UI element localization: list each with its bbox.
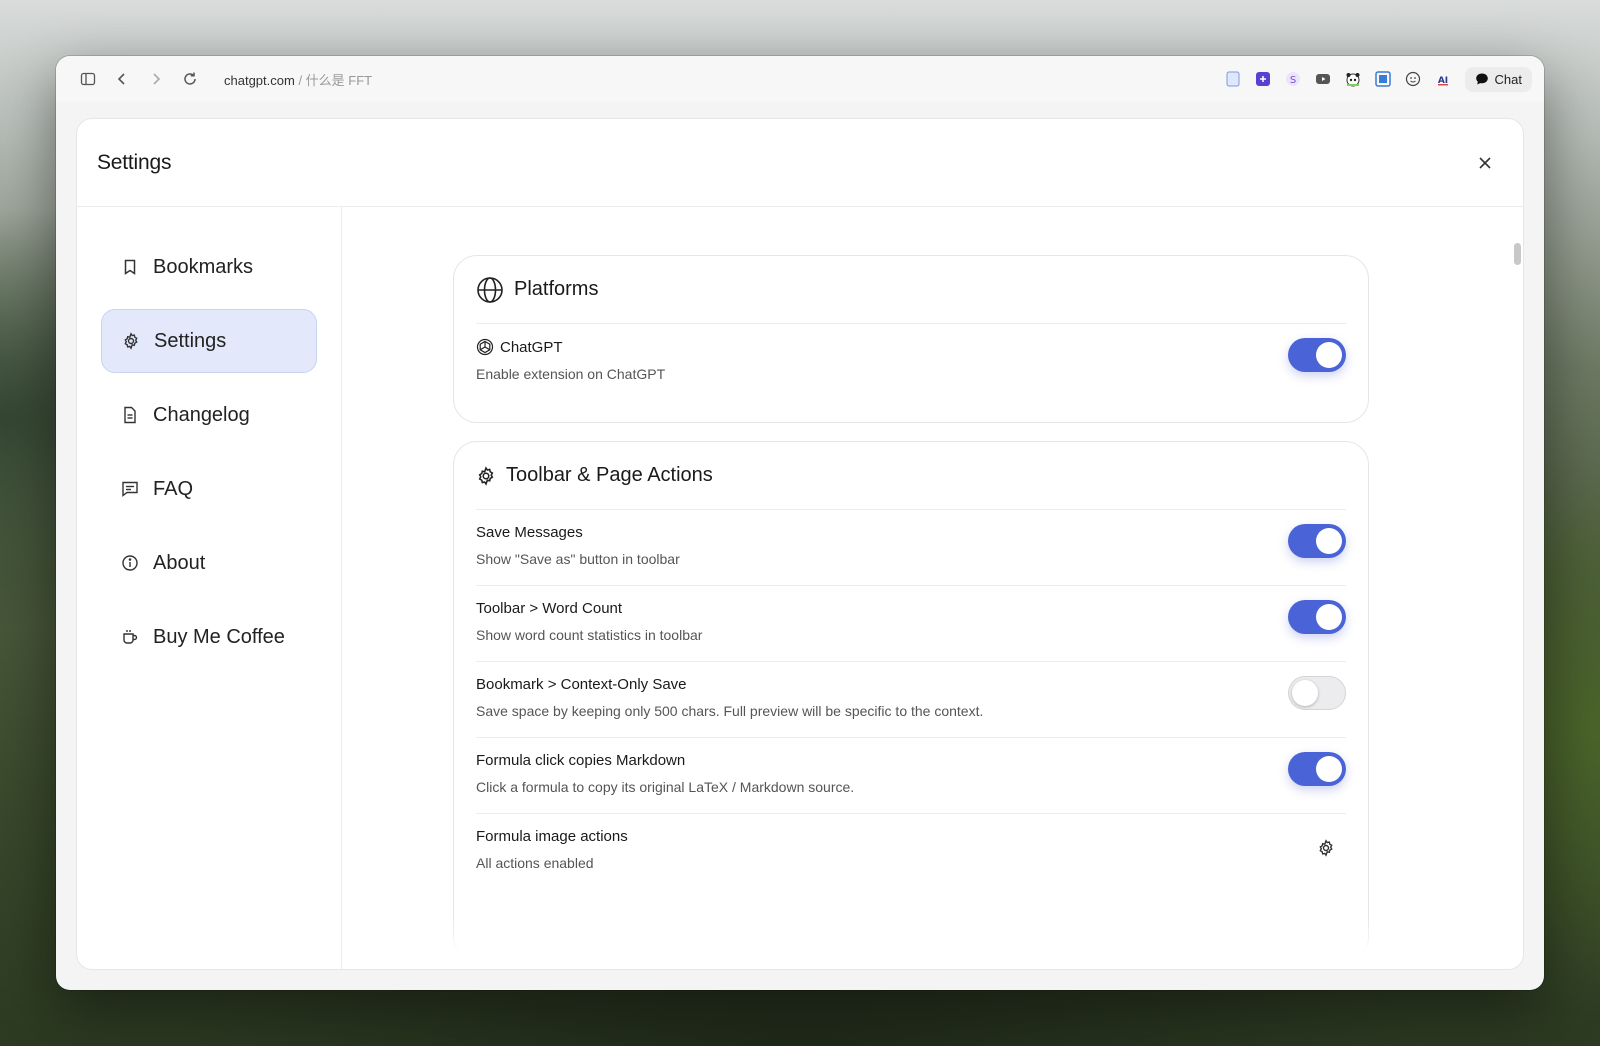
card-title: Platforms [514,278,599,300]
gear-icon [478,465,494,486]
sidebar-item-label: Settings [154,329,227,352]
row-description: All actions enabled [476,855,594,871]
setting-row-formula-image-actions: Formula image actions All actions enable… [476,814,1346,890]
row-title: Formula image actions [476,828,628,845]
settings-dialog: Settings Bookmarks Settings Changelog FA… [76,118,1524,970]
face-extension-icon[interactable] [1401,67,1425,91]
url-domain: chatgpt.com [224,72,295,88]
context-only-save-toggle[interactable] [1288,676,1346,710]
browser-toolbar: chatgpt.com / 什么是 FFT S AI Chat [56,56,1544,102]
s-extension-icon[interactable]: S [1281,67,1305,91]
card-header: Toolbar & Page Actions [476,442,1346,510]
coffee-icon [123,630,138,644]
save-messages-toggle[interactable] [1288,524,1346,558]
row-description: Show word count statistics in toolbar [476,627,703,643]
svg-text:S: S [1289,75,1295,86]
translate-extension-icon[interactable] [1371,67,1395,91]
reload-icon[interactable] [176,65,204,93]
row-title-text: ChatGPT [500,338,563,356]
chat-bubble-icon [1475,73,1488,85]
scrollbar[interactable] [1511,243,1523,265]
settings-content[interactable]: Platforms ChatGPT Enable extension on Ch… [343,207,1523,969]
sidebar-item-label: Buy Me Coffee [153,625,285,648]
setting-row-chatgpt: ChatGPT Enable extension on ChatGPT [476,324,1346,420]
forward-icon[interactable] [142,65,170,93]
bookmark-icon [124,259,136,275]
gear-icon [124,332,138,350]
ai-extension-icon[interactable]: AI [1431,67,1455,91]
row-title: Toolbar > Word Count [476,600,623,617]
sidebar-item-buy-me-coffee[interactable]: Buy Me Coffee [101,605,317,669]
setting-row-context-only-save: Bookmark > Context-Only Save Save space … [476,662,1346,738]
setting-row-formula-copy: Formula click copies Markdown Click a fo… [476,738,1346,814]
sidebar-item-about[interactable]: About [101,531,317,595]
scroll-fade [343,919,1523,969]
setting-row-save-messages: Save Messages Show "Save as" button in t… [476,510,1346,586]
close-icon[interactable] [1467,145,1503,181]
browser-window: chatgpt.com / 什么是 FFT S AI Chat Settings [56,56,1544,990]
settings-sidebar: Bookmarks Settings Changelog FAQ About B… [77,207,342,969]
platforms-card: Platforms ChatGPT Enable extension on Ch… [453,255,1369,423]
row-description: Save space by keeping only 500 chars. Fu… [476,703,984,719]
row-title: ChatGPT [476,338,1346,356]
setting-row-word-count: Toolbar > Word Count Show word count sta… [476,586,1346,662]
row-title: Save Messages [476,524,583,541]
sidebar-item-bookmarks[interactable]: Bookmarks [101,235,317,299]
address-bar[interactable]: chatgpt.com / 什么是 FFT [224,70,372,89]
card-header: Platforms [476,256,1346,324]
row-title: Bookmark > Context-Only Save [476,676,687,693]
message-icon [122,481,138,497]
back-icon[interactable] [108,65,136,93]
document-extension-icon[interactable] [1221,67,1245,91]
dialog-title: Settings [97,150,172,174]
row-description: Click a formula to copy its original LaT… [476,779,855,795]
gear-icon[interactable] [1314,836,1338,860]
sidebar-item-label: Changelog [153,403,250,426]
sidebar-item-faq[interactable]: FAQ [101,457,317,521]
purple-extension-icon[interactable] [1251,67,1275,91]
dialog-header: Settings [77,119,1523,207]
document-icon [124,406,136,424]
toolbar-card: Toolbar & Page Actions Save Messages Sho… [453,441,1369,961]
sidebar-toggle-icon[interactable] [74,65,102,93]
sidebar-item-label: Bookmarks [153,255,254,278]
row-title: Formula click copies Markdown [476,752,686,769]
formula-copy-toggle[interactable] [1288,752,1346,786]
openai-icon [476,338,494,356]
sidebar-item-settings[interactable]: Settings [101,309,317,373]
panda-extension-icon[interactable] [1341,67,1365,91]
extensions-area: S AI Chat [1221,66,1532,92]
card-title: Toolbar & Page Actions [506,464,713,486]
sidebar-item-changelog[interactable]: Changelog [101,383,317,447]
url-path: / 什么是 FFT [294,72,373,88]
chat-label: Chat [1494,71,1522,87]
video-extension-icon[interactable] [1311,67,1335,91]
word-count-toggle[interactable] [1288,600,1346,634]
sidebar-item-label: FAQ [153,477,194,500]
chatgpt-toggle[interactable] [1288,338,1346,372]
row-description: Enable extension on ChatGPT [476,366,666,382]
chat-button[interactable]: Chat [1464,66,1532,92]
info-icon [122,555,138,571]
row-description: Show "Save as" button in toolbar [476,551,680,567]
globe-icon [477,276,503,303]
sidebar-item-label: About [153,551,206,574]
